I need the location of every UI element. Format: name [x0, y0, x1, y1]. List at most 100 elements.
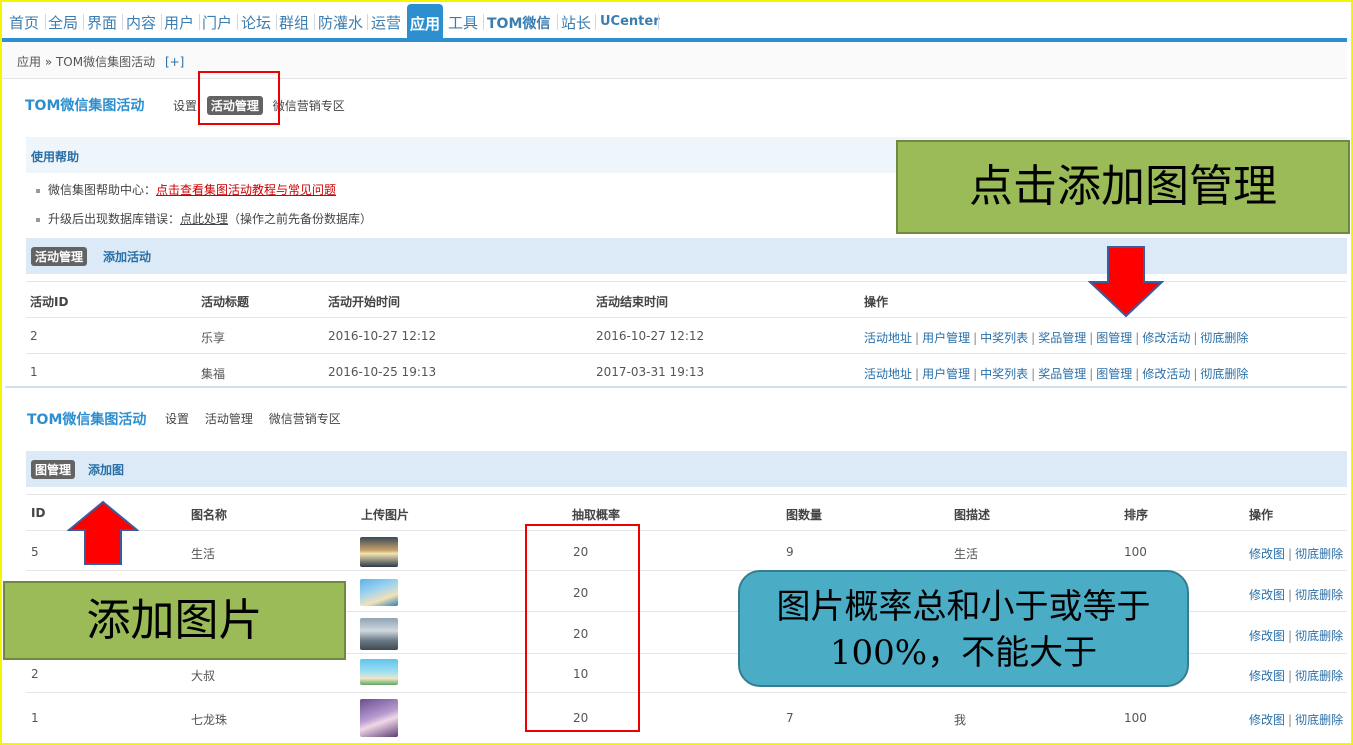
col-header-description: 图描述	[954, 508, 991, 522]
bullet-icon	[36, 217, 40, 222]
breadcrumb-path: 应用 » TOM微信集图活动	[17, 55, 156, 69]
cell-image-name: 生活	[191, 547, 216, 561]
help-label-1: 微信集图帮助中心：	[48, 183, 157, 197]
subnav-activity-mgmt[interactable]: 活动管理	[205, 412, 253, 426]
col-header-end-time: 活动结束时间	[596, 295, 669, 309]
add-activity-link[interactable]: 添加活动	[103, 248, 151, 265]
nav-item-content[interactable]: 内容	[126, 12, 156, 33]
action-delete[interactable]: 彻底删除	[1200, 367, 1248, 381]
action-delete[interactable]: 彻底删除	[1295, 669, 1343, 683]
annotation-probability-rule: 图片概率总和小于或等于 100%，不能大于	[738, 570, 1189, 687]
nav-separator	[595, 14, 596, 30]
help-line-2: 升级后出现数据库错误：点此处理（操作之前先备份数据库）	[36, 210, 372, 227]
help-note-2: （操作之前先备份数据库）	[228, 212, 373, 226]
nav-separator	[122, 14, 123, 30]
action-delete[interactable]: 彻底删除	[1295, 588, 1343, 602]
top-navigation: 首页 全局 界面 内容 用户 门户 论坛 群组 防灌水 运营 应用 工具 TOM…	[2, 2, 1351, 40]
thumbnail-image[interactable]	[360, 659, 398, 685]
app-brand-title[interactable]: TOM微信集图活动	[25, 95, 144, 115]
thumbnail-image[interactable]	[360, 537, 398, 567]
nav-item-antispam[interactable]: 防灌水	[318, 12, 363, 33]
app-brand-title-2[interactable]: TOM微信集图活动	[27, 409, 146, 429]
nav-item-forum[interactable]: 论坛	[241, 12, 271, 33]
action-edit-image[interactable]: 修改图	[1249, 629, 1285, 643]
col-header-activity-id: 活动ID	[30, 295, 69, 309]
col-header-image-count: 图数量	[786, 508, 823, 522]
action-edit-activity[interactable]: 修改活动	[1142, 331, 1190, 345]
action-image-mgmt[interactable]: 图管理	[1096, 331, 1132, 345]
help-tutorial-link[interactable]: 点击查看集图活动教程与常见问题	[156, 183, 336, 197]
cell-activity-title: 集福	[201, 367, 226, 381]
image-tabs: 图管理 添加图	[26, 451, 1347, 487]
nav-separator	[161, 14, 162, 30]
nav-item-global[interactable]: 全局	[48, 12, 78, 33]
highlight-box-probability	[525, 524, 640, 732]
nav-separator	[276, 14, 277, 30]
col-header-image-name: 图名称	[191, 508, 228, 522]
cell-start-time: 2016-10-27 12:12	[328, 329, 437, 343]
help-label-2: 升级后出现数据库错误：	[48, 212, 181, 226]
nav-item-home[interactable]: 首页	[9, 12, 39, 33]
help-line-1: 微信集图帮助中心：点击查看集图活动教程与常见问题	[36, 181, 336, 198]
nav-item-operations[interactable]: 运营	[371, 12, 401, 33]
screenshot-split-line	[5, 386, 1347, 388]
thumbnail-image[interactable]	[360, 699, 398, 737]
action-edit-image[interactable]: 修改图	[1249, 588, 1285, 602]
action-edit-image[interactable]: 修改图	[1249, 713, 1285, 727]
thumbnail-image[interactable]	[360, 618, 398, 650]
nav-separator	[557, 14, 558, 30]
tab-activity-mgmt-active[interactable]: 活动管理	[31, 247, 88, 266]
row-actions: 修改图 | 彻底删除	[1249, 669, 1344, 683]
add-image-link[interactable]: 添加图	[88, 461, 124, 478]
nav-separator	[237, 14, 238, 30]
action-delete[interactable]: 彻底删除	[1295, 713, 1343, 727]
action-winners-list[interactable]: 中奖列表	[980, 367, 1028, 381]
nav-item-apps-active[interactable]: 应用	[407, 4, 443, 40]
action-user-mgmt[interactable]: 用户管理	[922, 331, 970, 345]
cell-activity-id: 1	[30, 365, 38, 379]
action-prize-mgmt[interactable]: 奖品管理	[1038, 331, 1086, 345]
action-user-mgmt[interactable]: 用户管理	[922, 367, 970, 381]
annotation-click-image-mgmt: 点击添加图管理	[896, 140, 1350, 234]
thumbnail-image[interactable]	[360, 579, 398, 606]
nav-item-tools[interactable]: 工具	[448, 12, 478, 33]
action-delete[interactable]: 彻底删除	[1200, 331, 1248, 345]
subnav-wechat-marketing[interactable]: 微信营销专区	[269, 412, 341, 426]
action-prize-mgmt[interactable]: 奖品管理	[1038, 367, 1086, 381]
nav-separator	[658, 14, 659, 30]
action-edit-image[interactable]: 修改图	[1249, 547, 1285, 561]
action-image-mgmt[interactable]: 图管理	[1096, 367, 1132, 381]
subnav-wechat-marketing[interactable]: 微信营销专区	[273, 99, 345, 113]
row-actions: 修改图 | 彻底删除	[1249, 713, 1344, 727]
db-fix-link[interactable]: 点此处理	[180, 212, 228, 226]
action-delete[interactable]: 彻底删除	[1295, 547, 1343, 561]
nav-item-groups[interactable]: 群组	[279, 12, 309, 33]
nav-separator	[367, 14, 368, 30]
app-subnav-2: 设置 活动管理 微信营销专区	[165, 410, 341, 427]
cell-start-time: 2016-10-25 19:13	[328, 365, 437, 379]
nav-item-users[interactable]: 用户	[164, 12, 194, 33]
table-divider	[26, 353, 1347, 354]
action-delete[interactable]: 彻底删除	[1295, 629, 1343, 643]
nav-item-portal[interactable]: 门户	[202, 12, 232, 33]
action-winners-list[interactable]: 中奖列表	[980, 331, 1028, 345]
action-activity-url[interactable]: 活动地址	[864, 331, 912, 345]
nav-item-ucenter[interactable]: UCenter	[600, 14, 660, 29]
cell-description: 生活	[954, 547, 979, 561]
action-edit-activity[interactable]: 修改活动	[1142, 367, 1190, 381]
annotation-add-image: 添加图片	[3, 581, 346, 660]
nav-item-interface[interactable]: 界面	[87, 12, 117, 33]
subnav-settings[interactable]: 设置	[165, 412, 189, 426]
nav-item-webmaster[interactable]: 站长	[561, 12, 591, 33]
action-edit-image[interactable]: 修改图	[1249, 669, 1285, 683]
nav-item-tom-wechat[interactable]: TOM微信	[487, 13, 550, 33]
highlight-box-activity-mgmt	[198, 71, 280, 125]
cell-id: 2	[31, 667, 39, 681]
action-activity-url[interactable]: 活动地址	[864, 367, 912, 381]
tab-image-mgmt-active[interactable]: 图管理	[31, 460, 76, 479]
row-actions: 修改图 | 彻底删除	[1249, 547, 1344, 561]
nav-separator	[314, 14, 315, 30]
subnav-settings[interactable]: 设置	[173, 99, 197, 113]
col-header-upload-image: 上传图片	[361, 508, 410, 522]
breadcrumb-add-button[interactable]: [+]	[165, 55, 184, 69]
